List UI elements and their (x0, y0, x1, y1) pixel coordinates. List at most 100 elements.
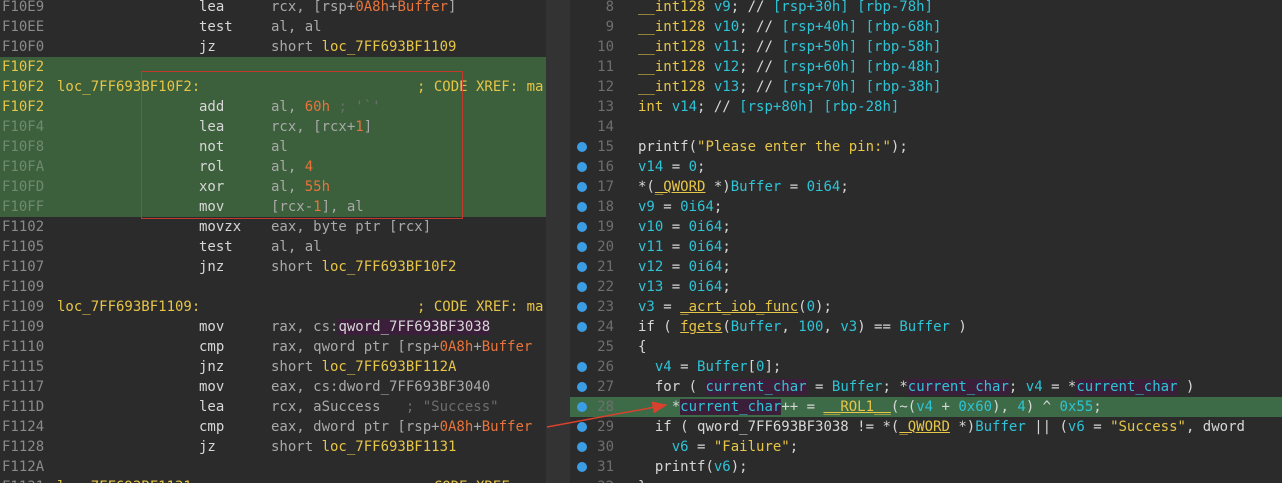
pseudocode-line[interactable]: 14 (570, 117, 1282, 137)
operands: rcx, aSuccess ; "Success" (271, 397, 499, 417)
code-token: v14 (638, 159, 664, 175)
disasm-line[interactable]: F1105 test al, al (0, 237, 546, 257)
pseudocode-line[interactable]: 15 printf("Please enter the pin:"); (570, 137, 1282, 157)
disasm-line[interactable]: F1128 jz short loc_7FF693BF1131 (0, 437, 546, 457)
pseudocode-line[interactable]: 31 printf(v6); (570, 457, 1282, 477)
code-token[interactable]: __ROL1__ (823, 399, 890, 415)
disasm-line[interactable]: F1102 movzx eax, byte ptr [rcx] (0, 217, 546, 237)
disasm-line[interactable]: F1131 loc_7FF693BF1131: ; CODE XREF: ma (0, 477, 546, 483)
operand-token[interactable]: loc_7FF693BF10F2 (322, 259, 457, 275)
pseudocode-line[interactable]: 8 __int128 v9; // [rsp+30h] [rbp-78h] (570, 0, 1282, 17)
disasm-line[interactable]: F1109 loc_7FF693BF1109: ; CODE XREF: ma (0, 297, 546, 317)
address: F10EE (2, 19, 45, 35)
panel-divider[interactable] (546, 0, 570, 483)
pseudocode-line[interactable]: 13 int v14; // [rsp+80h] [rbp-28h] (570, 97, 1282, 117)
pseudocode-view[interactable]: 8 __int128 v9; // [rsp+30h] [rbp-78h] 9 __i… (570, 0, 1282, 483)
address: F10E9 (2, 0, 45, 15)
code-token: __int128 (638, 79, 714, 95)
pseudocode-line[interactable]: 10 __int128 v11; // [rsp+50h] [rbp-58h] (570, 37, 1282, 57)
pseudocode-line[interactable]: 25 { (570, 337, 1282, 357)
code-token: 0x55 (1059, 399, 1094, 415)
code-token: (~( (890, 399, 917, 415)
code-token[interactable]: current_char (1076, 379, 1178, 395)
pseudocode-line[interactable]: 28 *current_char++ = __ROL1__(~(v4 + 0x6… (570, 397, 1282, 417)
pseudocode-line[interactable]: 27 for ( current_char = Buffer; *current… (570, 377, 1282, 397)
address: F10F2 (2, 59, 45, 75)
pseudocode-line[interactable]: 21 v12 = 0i64; (570, 257, 1282, 277)
disasm-line[interactable]: F1115 jnz short loc_7FF693BF112A (0, 357, 546, 377)
line-number: 12 (597, 79, 614, 95)
xref-comment[interactable]: ; CODE XREF: ma (417, 477, 543, 483)
disasm-line[interactable]: F1109 (0, 277, 546, 297)
code-text: printf("Please enter the pin:"); (638, 137, 908, 157)
code-token[interactable]: current_char (680, 399, 782, 415)
code-token: [rsp+30h] [rbp-78h] (772, 0, 934, 15)
code-token[interactable]: current_char (907, 379, 1009, 395)
operand-token[interactable]: loc_7FF693BF112A (322, 359, 457, 375)
code-token: [rsp+50h] [rbp-58h] (781, 39, 942, 55)
operand-token[interactable]: loc_7FF693BF1131 (322, 439, 457, 455)
code-token: = (663, 219, 689, 235)
pseudocode-line[interactable]: 23 v3 = _acrt_iob_func(0); (570, 297, 1282, 317)
pseudocode-line[interactable]: 18 v9 = 0i64; (570, 197, 1282, 217)
disasm-line[interactable]: F112A (0, 457, 546, 477)
code-token: * (638, 399, 681, 415)
code-token: 0i64 (688, 279, 723, 295)
operand-token: rcx, aSuccess (271, 399, 381, 415)
code-token: "Success" (1110, 419, 1186, 435)
pseudocode-line[interactable]: 22 v13 = 0i64; (570, 277, 1282, 297)
code-token: ( (688, 139, 698, 155)
code-token[interactable]: current_char (705, 379, 807, 395)
pseudocode-line[interactable]: 16 v14 = 0; (570, 157, 1282, 177)
code-token: ; (722, 239, 731, 255)
pseudocode-line[interactable]: 17 *(_QWORD *)Buffer = 0i64; (570, 177, 1282, 197)
code-token: ; // (739, 79, 782, 95)
code-token: ; // (739, 19, 782, 35)
code-label[interactable]: loc_7FF693BF1109: (57, 297, 200, 317)
code-token[interactable]: _QWORD (899, 419, 950, 435)
disasm-line[interactable]: F10E9 lea rcx, [rsp+0A8h+Buffer] (0, 0, 546, 17)
code-text: v13 = 0i64; (638, 277, 731, 297)
code-token: v12 (638, 259, 664, 275)
pseudocode-line[interactable]: 32} (570, 477, 1282, 483)
xref-comment[interactable]: ; CODE XREF: ma (417, 297, 543, 317)
code-token[interactable]: _acrt_iob_func (680, 299, 798, 315)
code-label[interactable]: loc_7FF693BF1131: (57, 477, 200, 483)
code-token: { (638, 339, 647, 355)
code-token[interactable]: _QWORD (655, 179, 706, 195)
disasm-line[interactable]: F10EE test al, al (0, 17, 546, 37)
code-token: [rsp+60h] [rbp-48h] (781, 59, 942, 75)
operand-token[interactable]: loc_7FF693BF1109 (322, 39, 457, 55)
pseudocode-line[interactable]: 24 if ( fgets(Buffer, 100, v3) == Buffer … (570, 317, 1282, 337)
mnemonic: mov (199, 379, 225, 395)
pseudocode-line[interactable]: 20 v11 = 0i64; (570, 237, 1282, 257)
code-token: Buffer (730, 319, 782, 335)
code-token: Buffer (831, 379, 883, 395)
pseudocode-line[interactable]: 12 __int128 v13; // [rsp+70h] [rbp-38h] (570, 77, 1282, 97)
line-number: 31 (597, 459, 614, 475)
disasm-line[interactable]: F111D lea rcx, aSuccess ; "Success" (0, 397, 546, 417)
operand-token: short (271, 439, 322, 455)
operand-token[interactable]: qword_7FF693BF3038 (338, 319, 491, 335)
disasm-line[interactable]: F1110 cmp rax, qword ptr [rsp+0A8h+Buffer (0, 337, 546, 357)
pseudocode-line[interactable]: 26 v4 = Buffer[0]; (570, 357, 1282, 377)
pseudocode-line[interactable]: 11 __int128 v12; // [rsp+60h] [rbp-48h] (570, 57, 1282, 77)
pseudocode-line[interactable]: 19 v10 = 0i64; (570, 217, 1282, 237)
code-token: 100 (798, 319, 824, 335)
pseudocode-line[interactable]: 29 if ( qword_7FF693BF3038 != *(_QWORD *… (570, 417, 1282, 437)
pseudocode-line[interactable]: 9 __int128 v10; // [rsp+40h] [rbp-68h] (570, 17, 1282, 37)
code-token[interactable]: fgets (680, 319, 722, 335)
code-text: v14 = 0; (638, 157, 705, 177)
address: F1105 (2, 239, 45, 255)
disasm-line[interactable]: F1109 mov rax, cs:qword_7FF693BF3038 (0, 317, 546, 337)
disasm-line[interactable]: F10F0 jz short loc_7FF693BF1109 (0, 37, 546, 57)
line-number: 25 (597, 339, 614, 355)
operands: short loc_7FF693BF10F2 (271, 257, 456, 277)
address: F112A (2, 459, 45, 475)
code-token: v6 (671, 439, 689, 455)
disasm-line[interactable]: F1107 jnz short loc_7FF693BF10F2 (0, 257, 546, 277)
disasm-line[interactable]: F1117 mov eax, cs:dword_7FF693BF3040 (0, 377, 546, 397)
pseudocode-line[interactable]: 30 v6 = "Failure"; (570, 437, 1282, 457)
code-token: v3 (840, 319, 858, 335)
disasm-line[interactable]: F1124 cmp eax, dword ptr [rsp+0A8h+Buffer (0, 417, 546, 437)
